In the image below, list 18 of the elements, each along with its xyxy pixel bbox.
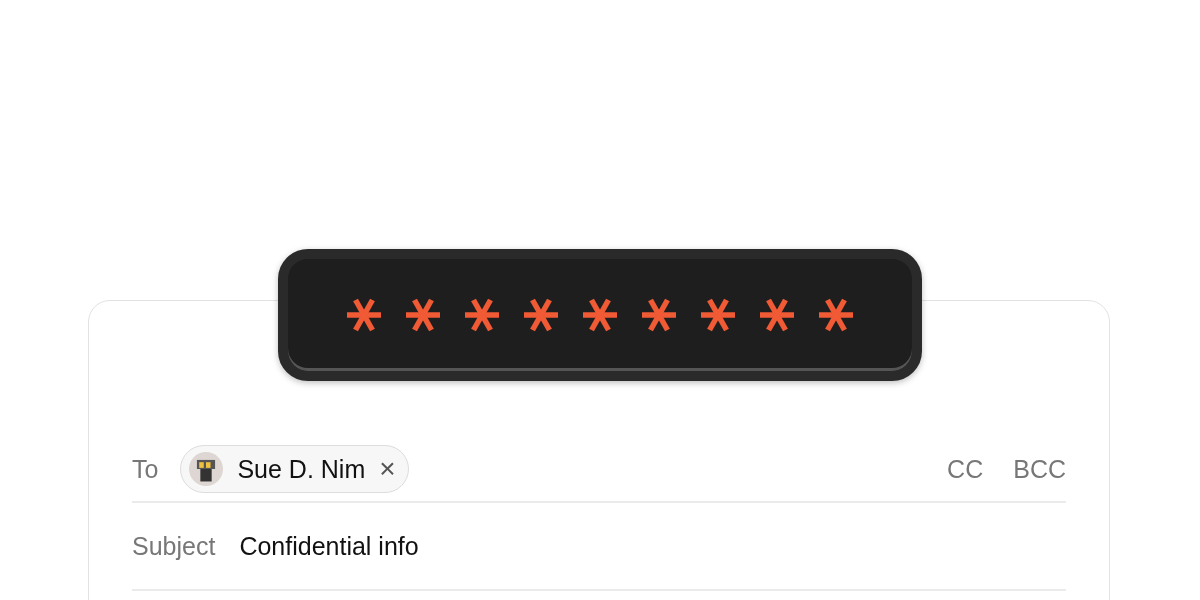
asterisk-icon: [347, 298, 381, 332]
avatar-icon: [189, 452, 224, 486]
asterisk-icon: [819, 298, 853, 332]
asterisk-icon: [642, 298, 676, 332]
asterisk-icon: [701, 298, 735, 332]
subject-field[interactable]: Confidential info: [239, 531, 419, 561]
asterisk-icon: [760, 298, 794, 332]
asterisk-icon: [583, 298, 617, 332]
to-label: To: [132, 454, 159, 484]
asterisk-icon: [465, 298, 499, 332]
recipient-name: Sue D. Nim: [237, 454, 366, 484]
bcc-button[interactable]: BCC: [1013, 454, 1066, 484]
subject-label: Subject: [132, 531, 216, 561]
asterisk-icon: [406, 298, 440, 332]
remove-button[interactable]: ×: [379, 453, 396, 485]
cc-button[interactable]: CC: [947, 454, 984, 484]
asterisk-icon: [524, 298, 558, 332]
recipient-chip[interactable]: Sue D. Nim ×: [180, 445, 409, 493]
